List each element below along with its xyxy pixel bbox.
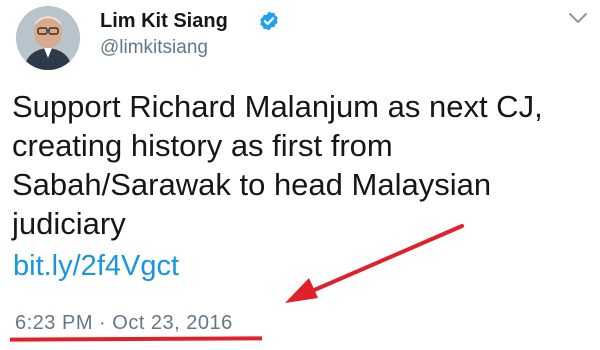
user-handle[interactable]: @limkitsiang xyxy=(100,37,208,59)
avatar-image xyxy=(16,6,80,70)
tweet-timestamp[interactable]: 6:23 PM · Oct 23, 2016 xyxy=(15,312,233,335)
verified-badge-icon xyxy=(260,11,278,31)
chevron-down-icon[interactable] xyxy=(567,10,589,26)
red-underline-annotation xyxy=(9,336,263,342)
avatar[interactable] xyxy=(16,6,80,70)
tweet-text: Support Richard Malanjum as next CJ, cre… xyxy=(12,89,543,241)
tweet-card: Lim Kit Siang @limkitsiang Support Richa… xyxy=(0,0,600,350)
display-name[interactable]: Lim Kit Siang xyxy=(100,10,228,33)
tweet-link[interactable]: bit.ly/2f4Vgct xyxy=(13,250,179,283)
